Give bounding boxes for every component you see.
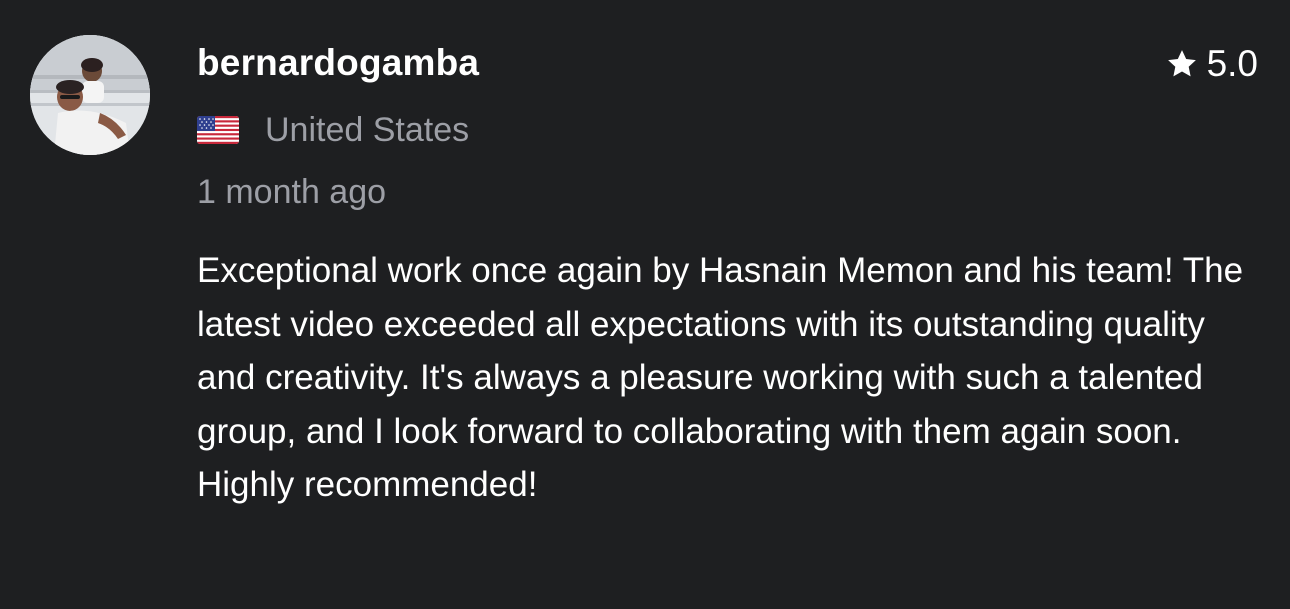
review-timestamp: 1 month ago <box>197 173 387 211</box>
avatar[interactable] <box>30 35 150 155</box>
rating: 5.0 <box>1165 42 1258 86</box>
review-text: Exceptional work once again by Hasnain M… <box>197 251 1244 504</box>
review-card: bernardogamba 5.0 United States 1 month … <box>0 0 1290 609</box>
us-flag-icon <box>197 116 239 144</box>
avatar-image <box>30 35 150 155</box>
reviewer-country: United States <box>197 108 469 152</box>
country-name: United States <box>265 111 470 149</box>
star-icon <box>1165 47 1199 81</box>
rating-value: 5.0 <box>1206 43 1258 84</box>
reviewer-username[interactable]: bernardogamba <box>197 40 479 86</box>
